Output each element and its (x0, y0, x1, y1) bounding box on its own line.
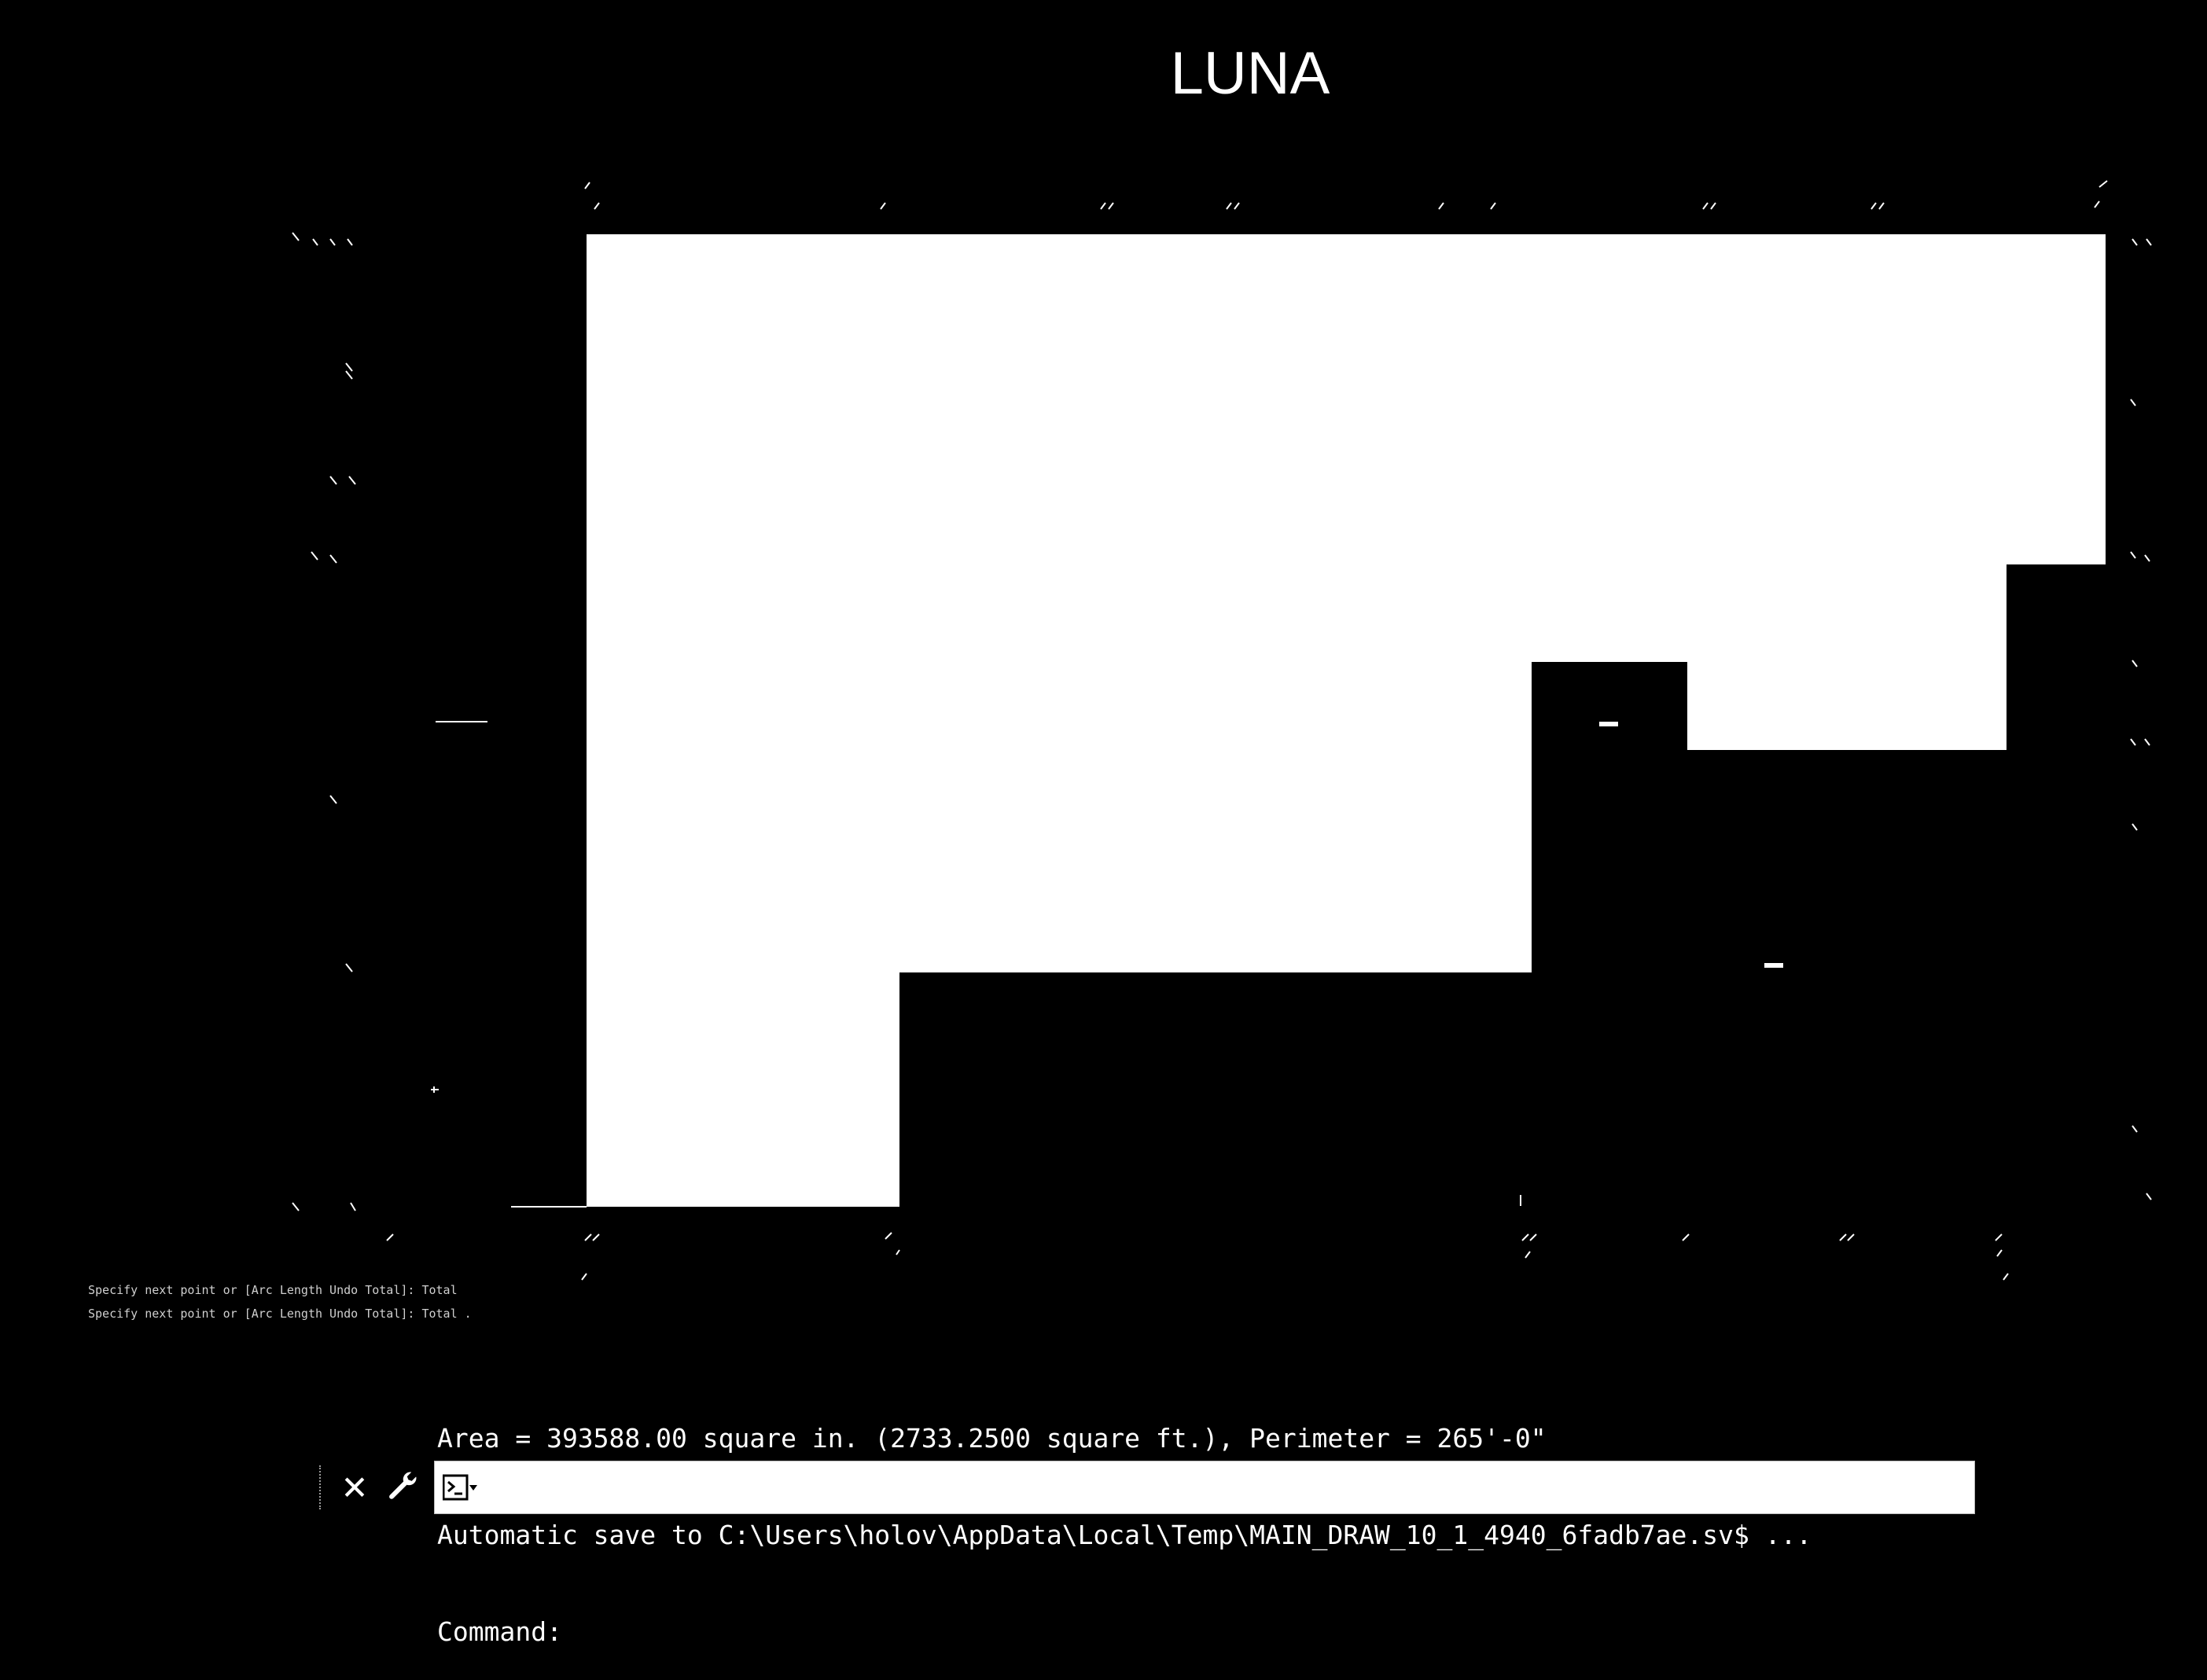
command-input[interactable] (490, 1465, 1963, 1512)
hatched-area[interactable] (587, 234, 2106, 1207)
grip-marker[interactable] (1599, 722, 1618, 726)
close-icon[interactable]: ✕ (335, 1465, 374, 1509)
history-line: Area = 393588.00 square in. (2733.2500 s… (437, 1423, 1547, 1454)
history-line: Automatic save to C:\Users\holov\AppData… (437, 1520, 1812, 1550)
drawing-canvas[interactable] (0, 0, 2207, 1289)
history-line: Command: (437, 1616, 562, 1647)
wrench-icon[interactable] (384, 1465, 423, 1509)
grip-marker[interactable] (1764, 963, 1783, 968)
command-input-box[interactable] (434, 1461, 1975, 1514)
command-history-faded: Specify next point or [Arc Length Undo T… (88, 1278, 472, 1325)
wrench-icon-glyph (389, 1472, 417, 1499)
command-prompt-icon[interactable] (443, 1474, 479, 1502)
drag-grip[interactable] (319, 1465, 324, 1509)
history-line: Specify next point or [Arc Length Undo T… (88, 1307, 472, 1321)
history-line: Specify next point or [Arc Length Undo T… (88, 1283, 458, 1297)
command-history: Area = 393588.00 square in. (2733.2500 s… (437, 1358, 1812, 1680)
command-prompt-icon-glyph (443, 1474, 477, 1501)
